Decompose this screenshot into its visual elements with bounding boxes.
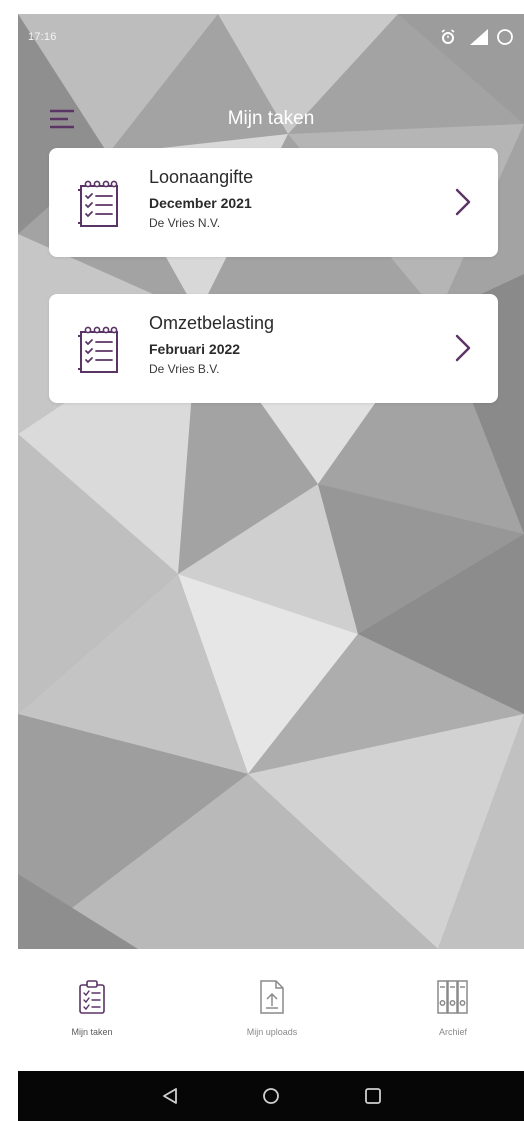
upload-document-icon bbox=[260, 980, 284, 1014]
task-checklist-icon bbox=[78, 326, 118, 373]
task-period: December 2021 bbox=[149, 195, 252, 211]
nav-label-mijn-uploads: Mijn uploads bbox=[246, 1027, 298, 1037]
recents-square-icon[interactable] bbox=[361, 1084, 385, 1108]
status-bar: 17:16 bbox=[18, 14, 524, 60]
task-card-loonaangifte[interactable]: Loonaangifte December 2021 De Vries N.V. bbox=[49, 148, 498, 257]
app-screen: 17:16 Mijn taken Loonaangifte December 2… bbox=[18, 14, 524, 1121]
signal-icon bbox=[470, 29, 488, 45]
app-header: Mijn taken bbox=[18, 100, 524, 136]
task-company: De Vries B.V. bbox=[149, 362, 220, 376]
back-triangle-icon[interactable] bbox=[158, 1084, 182, 1108]
alarm-icon bbox=[441, 29, 455, 44]
task-company: De Vries N.V. bbox=[149, 216, 221, 230]
task-title: Omzetbelasting bbox=[149, 313, 275, 333]
home-circle-icon[interactable] bbox=[259, 1084, 283, 1108]
task-card-text: Omzetbelasting Februari 2022 De Vries B.… bbox=[149, 312, 274, 377]
status-time: 17:16 bbox=[28, 31, 57, 43]
chevron-right-icon[interactable] bbox=[454, 332, 472, 364]
nav-item-mijn-taken[interactable]: Mijn taken bbox=[32, 979, 152, 1037]
nav-item-archief[interactable]: Archief bbox=[393, 979, 513, 1037]
chevron-right-icon[interactable] bbox=[454, 186, 472, 218]
nav-label-archief: Archief bbox=[438, 1027, 467, 1037]
status-icons bbox=[440, 26, 514, 48]
archive-binders-icon bbox=[437, 980, 468, 1014]
nav-label-mijn-taken: Mijn taken bbox=[71, 1027, 113, 1037]
task-card-omzetbelasting[interactable]: Omzetbelasting Februari 2022 De Vries B.… bbox=[49, 294, 498, 403]
task-checklist-icon bbox=[78, 180, 118, 227]
task-card-text: Loonaangifte December 2021 De Vries N.V. bbox=[149, 166, 253, 231]
task-title: Loonaangifte bbox=[149, 167, 254, 187]
nav-item-mijn-uploads[interactable]: Mijn uploads bbox=[212, 979, 332, 1037]
clipboard-tasks-icon bbox=[79, 980, 105, 1014]
system-navigation-bar bbox=[18, 1071, 524, 1121]
task-period: Februari 2022 bbox=[149, 341, 241, 357]
battery-circle-icon bbox=[497, 29, 513, 45]
bottom-navigation: Mijn taken Mijn uploads Archief bbox=[18, 949, 524, 1071]
page-title: Mijn taken bbox=[227, 108, 315, 129]
